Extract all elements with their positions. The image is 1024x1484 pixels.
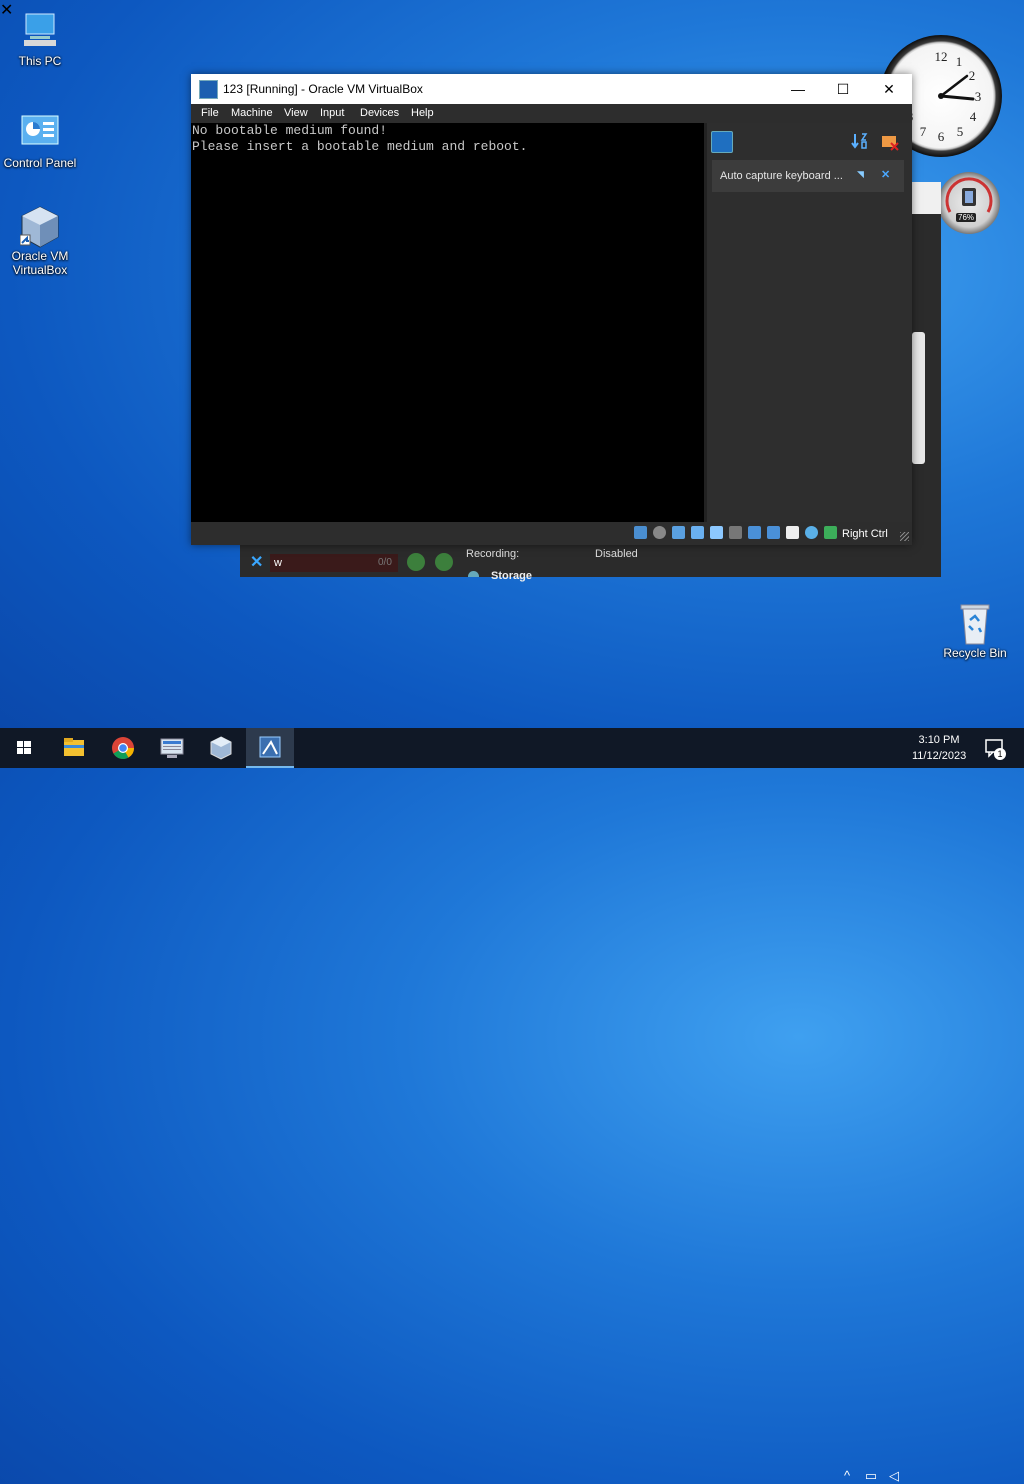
storage-heading: Storage	[491, 570, 532, 582]
notification-toggle-icon[interactable]	[711, 131, 733, 153]
svg-text:12: 12	[935, 49, 948, 64]
minimize-button[interactable]: —	[775, 74, 821, 104]
notification-icon	[985, 739, 1003, 758]
close-button[interactable]: ✕	[866, 74, 912, 104]
console-line: No bootable medium found!	[192, 123, 388, 138]
menu-devices[interactable]: Devices	[360, 107, 399, 119]
recording-icon[interactable]	[767, 526, 780, 539]
menu-help[interactable]: Help	[411, 107, 434, 119]
taskbar-chrome[interactable]	[99, 728, 147, 768]
volume-muted-icon[interactable]: ◁	[886, 1468, 902, 1484]
detail-label: Recording:	[466, 548, 520, 560]
vm-window: 123 [Running] - Oracle VM VirtualBox — ☐…	[191, 74, 912, 545]
computer-icon	[20, 10, 60, 50]
close-search-icon[interactable]: ✕	[250, 552, 263, 572]
meter-dial	[945, 177, 993, 213]
show-hidden-icons-chevron-icon[interactable]: ^	[839, 1468, 855, 1484]
svg-text:4: 4	[970, 109, 977, 124]
vm-running-icon	[259, 736, 281, 758]
menu-bar: File Machine View Input Devices Help	[191, 104, 912, 123]
storage-section-icon	[468, 571, 479, 577]
desktop-icon-label: This PC	[18, 54, 62, 68]
host-key-label[interactable]: Right Ctrl	[842, 528, 888, 540]
svg-text:7: 7	[920, 124, 927, 139]
remote-desktop-icon	[160, 738, 184, 758]
console-line: Please insert a bootable medium and rebo…	[192, 139, 528, 154]
taskbar-vm-window[interactable]	[246, 728, 294, 768]
taskbar-time: 3:10 PM	[918, 734, 960, 746]
notification-text: Auto capture keyboard ...	[720, 170, 843, 182]
taskbar: ^ ▭ ◁	[0, 728, 1024, 1483]
vm-screen[interactable]: No bootable medium found! Please insert …	[191, 123, 704, 522]
audio-icon[interactable]	[672, 526, 685, 539]
search-next-icon[interactable]	[435, 553, 453, 571]
desktop-icon-label: Oracle VM VirtualBox	[11, 249, 69, 277]
menu-file[interactable]: File	[201, 107, 219, 119]
cpu-meter-gadget[interactable]: 76%	[938, 172, 1000, 234]
chrome-icon	[112, 737, 134, 759]
taskbar-clock[interactable]: 3:10 PM 11/12/2023	[912, 732, 966, 764]
notification-center: Auto capture keyboard ... ◥ ✕	[704, 123, 912, 522]
windows-logo-icon	[17, 741, 31, 754]
sort-icon[interactable]	[850, 131, 870, 151]
taskbar-date: 11/12/2023	[912, 750, 967, 762]
menu-input[interactable]: Input	[320, 107, 344, 119]
control-panel-icon	[20, 112, 60, 152]
optical-drive-icon[interactable]	[653, 526, 666, 539]
recycle-bin-icon	[955, 602, 995, 645]
svg-text:6: 6	[938, 129, 945, 144]
manager-scrollbar[interactable]	[912, 332, 925, 464]
window-title: 123 [Running] - Oracle VM VirtualBox	[223, 82, 423, 96]
notification-item[interactable]: Auto capture keyboard ... ◥ ✕	[712, 160, 904, 192]
taskbar-file-explorer[interactable]	[50, 728, 98, 768]
hard-disk-icon[interactable]	[634, 526, 647, 539]
start-button[interactable]	[0, 728, 48, 768]
resize-grip-icon[interactable]	[900, 532, 909, 541]
desktop-icon-virtualbox[interactable]: Oracle VM VirtualBox	[0, 205, 80, 277]
svg-text:5: 5	[957, 124, 964, 139]
desktop-icon-label: Control Panel	[3, 156, 77, 170]
desktop-icon-this-pc[interactable]: This PC	[0, 10, 80, 68]
desktop-icon-control-panel[interactable]: Control Panel	[0, 112, 80, 170]
virtualbox-app-icon	[199, 80, 218, 99]
virtualbox-icon	[19, 205, 60, 248]
search-prev-icon[interactable]	[407, 553, 425, 571]
shared-folders-icon[interactable]	[729, 526, 742, 539]
status-bar: Right Ctrl	[191, 522, 912, 545]
svg-text:3: 3	[975, 89, 982, 104]
vt-x-icon[interactable]	[786, 526, 799, 539]
menu-machine[interactable]: Machine	[231, 107, 273, 119]
svg-text:1: 1	[956, 54, 963, 69]
manager-titlebar-fragment	[910, 182, 941, 214]
action-center-button[interactable]: 1	[980, 732, 1010, 764]
manager-close-icon[interactable]: ✕	[0, 0, 1024, 20]
meter-percent: 76%	[956, 213, 977, 222]
network-tray-icon[interactable]: ▭	[863, 1468, 879, 1484]
notification-info-icon[interactable]: ◥	[857, 169, 867, 179]
menu-view[interactable]: View	[284, 107, 308, 119]
virtualbox-icon	[210, 736, 232, 760]
maximize-button[interactable]: ☐	[820, 74, 866, 104]
mouse-integration-icon[interactable]	[805, 526, 818, 539]
notification-count-badge: 1	[994, 748, 1006, 760]
network-icon[interactable]	[691, 526, 704, 539]
search-match-count: 0/0	[378, 557, 392, 568]
detail-value: Disabled	[595, 548, 638, 560]
taskbar-remote-desktop[interactable]	[148, 728, 196, 768]
taskbar-virtualbox-manager[interactable]	[197, 728, 245, 768]
clear-notifications-icon[interactable]	[880, 131, 900, 151]
desktop-icon-recycle-bin[interactable]: Recycle Bin	[935, 602, 1015, 660]
desktop-icon-label: Recycle Bin	[943, 646, 1007, 660]
usb-icon[interactable]	[710, 526, 723, 539]
notification-close-icon[interactable]: ✕	[881, 168, 890, 181]
display-icon[interactable]	[748, 526, 761, 539]
keyboard-capture-icon[interactable]	[824, 526, 837, 539]
folder-icon	[64, 738, 84, 756]
vm-titlebar[interactable]: 123 [Running] - Oracle VM VirtualBox — ☐…	[191, 74, 912, 104]
svg-text:2: 2	[969, 68, 976, 83]
